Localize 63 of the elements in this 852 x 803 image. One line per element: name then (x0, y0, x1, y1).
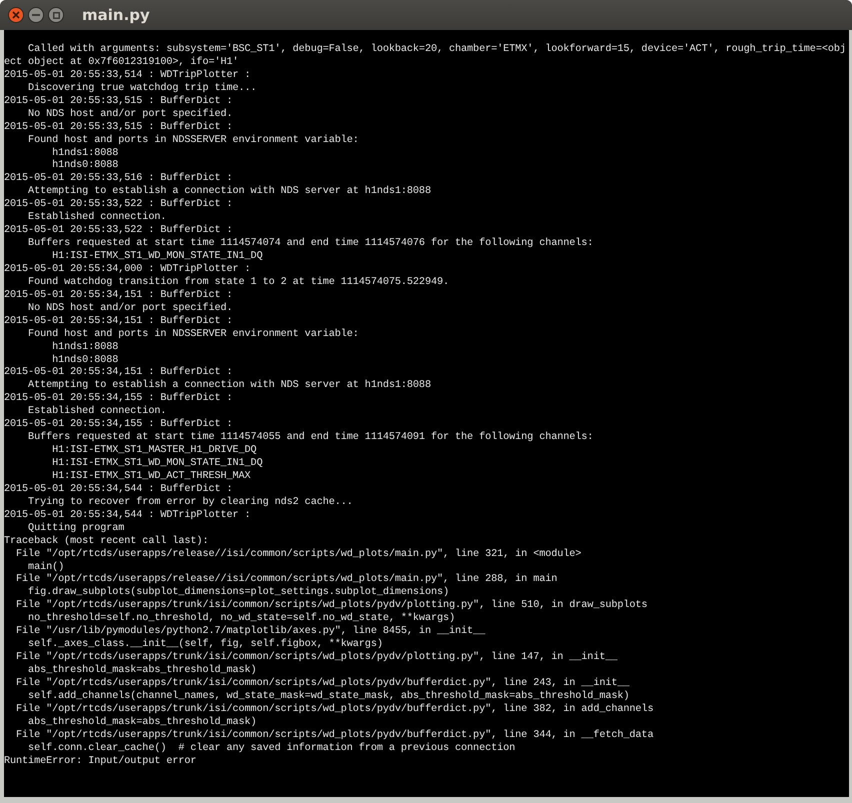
terminal-line: H1:ISI-ETMX_ST1_MASTER_H1_DRIVE_DQ (51, 445, 258, 458)
terminal-line: 2015-05-01 20:55:34,000 : WDTripPlotter : (4, 264, 252, 276)
terminal-line: 2015-05-01 20:55:34,151 : BufferDict : (4, 290, 234, 302)
terminal-line: 2015-05-01 20:55:34,544 : BufferDict : (4, 484, 234, 496)
terminal-line: ect object at 0x7f6012319100>, ifo='H1' (4, 56, 240, 70)
terminal-line: File "/opt/rtcds/userapps/release//isi/common/scripts/wd_plots/main.py", line 321, in <module> (15, 548, 582, 562)
terminal-line: h1nds1:8088 (51, 342, 120, 354)
terminal-line: 2015-05-01 20:55:33,522 : BufferDict : (4, 225, 234, 238)
terminal-line: 2015-05-01 20:55:33,516 : BufferDict : (4, 173, 234, 186)
terminal-line: Attempting to establish a connection with NDS server at h1nds1:8088 (27, 186, 432, 198)
terminal-line: 2015-05-01 20:55:33,522 : BufferDict : (4, 199, 234, 212)
minimize-button[interactable] (28, 7, 44, 23)
close-icon (12, 11, 20, 19)
minimize-icon (32, 14, 40, 16)
terminal-line: h1nds0:8088 (51, 354, 120, 367)
terminal-line: self._axes_class.__init__(self, fig, self.figbox, **kwargs) (27, 639, 384, 652)
terminal-line: Discovering true watchdog trip time... (27, 82, 258, 96)
terminal-line: 2015-05-01 20:55:34,155 : BufferDict : (4, 419, 234, 432)
terminal-line: 2015-05-01 20:55:34,151 : BufferDict : (4, 367, 234, 380)
terminal-line: h1nds1:8088 (51, 148, 120, 160)
terminal-line: Attempting to establish a connection with NDS server at h1nds1:8088 (27, 380, 432, 392)
terminal-line: 2015-05-01 20:55:34,151 : BufferDict : (4, 316, 234, 328)
maximize-button[interactable] (48, 7, 64, 23)
terminal-line: File "/opt/rtcds/userapps/trunk/isi/common/scripts/wd_plots/pydv/bufferdict.py", line 344, in __fetch_data (15, 730, 654, 742)
terminal-line: File "/opt/rtcds/userapps/trunk/isi/common/scripts/wd_plots/pydv/plotting.py", line 147, in __init__ (15, 652, 618, 664)
terminal-line: Quitting program (27, 522, 126, 536)
terminal-line: Traceback (most recent call last): (4, 536, 210, 548)
terminal-line: File "/opt/rtcds/userapps/trunk/isi/common/scripts/wd_plots/pydv/plotting.py", line 510, in draw_subplots (15, 600, 648, 612)
terminal-line: 2015-05-01 20:55:33,515 : BufferDict : (4, 122, 234, 134)
terminal-line: File "/opt/rtcds/userapps/trunk/isi/common/scripts/wd_plots/pydv/bufferdict.py", line 243, in __init__ (15, 678, 630, 690)
terminal-line: RuntimeError: Input/output error (4, 756, 198, 768)
terminal-line: File "/opt/rtcds/userapps/trunk/isi/common/scripts/wd_plots/pydv/bufferdict.py", line 382, in add_channels (15, 704, 654, 716)
terminal-line: H1:ISI-ETMX_ST1_WD_MON_STATE_IN1_DQ (51, 251, 264, 264)
terminal-line: Buffers requested at start time 1114574074 and end time 1114574076 for the following channels: (27, 238, 594, 251)
terminal-line: no_threshold=self.no_threshold, no_wd_state=self.no_wd_state, **kwargs) (27, 613, 456, 626)
terminal-line: Established connection. (27, 406, 168, 418)
terminal-line: h1nds0:8088 (51, 160, 120, 173)
terminal-line: 2015-05-01 20:55:33,514 : WDTripPlotter : (4, 70, 252, 82)
terminal-line: H1:ISI-ETMX_ST1_WD_ACT_THRESH_MAX (51, 470, 252, 484)
terminal-line: Called with arguments: subsystem='BSC_ST1', debug=False, lookback=20, chamber='ETMX', lookforward=15, device='ACT', rough_trip_time=<obj (27, 44, 847, 56)
terminal-line: Found host and ports in NDSSERVER environment variable: (27, 328, 360, 342)
terminal-line: 2015-05-01 20:55:34,155 : BufferDict : (4, 393, 234, 406)
terminal-line: fig.draw_subplots(subplot_dimensions=plot_settings.subplot_dimensions) (27, 587, 450, 600)
terminal-line: File "/usr/lib/pymodules/python2.7/matplotlib/axes.py", line 8455, in __init__ (15, 626, 486, 638)
terminal-line: No NDS host and/or port specified. (27, 302, 234, 316)
terminal-line: No NDS host and/or port specified. (27, 108, 234, 122)
maximize-icon (52, 12, 60, 18)
terminal-line: Established connection. (27, 212, 168, 224)
terminal-line: self.add_channels(channel_names, wd_state_mask=wd_state_mask, abs_threshold_mask=abs_threshold_mask) (27, 690, 630, 704)
terminal-line: 2015-05-01 20:55:34,544 : WDTripPlotter : (4, 510, 252, 522)
terminal-line: Buffers requested at start time 1114574055 and end time 1114574091 for the following channels: (27, 432, 594, 445)
terminal-line: File "/opt/rtcds/userapps/release//isi/common/scripts/wd_plots/main.py", line 288, in main (15, 574, 558, 586)
terminal-line: 2015-05-01 20:55:33,515 : BufferDict : (4, 96, 234, 108)
terminal-line: abs_threshold_mask=abs_threshold_mask) (27, 716, 258, 730)
terminal-line: Trying to recover from error by clearing nds2 cache... (27, 496, 354, 510)
terminal-line: Found watchdog transition from state 1 to 2 at time 1114574075.522949. (27, 276, 450, 290)
close-button[interactable] (8, 7, 24, 23)
terminal-line: abs_threshold_mask=abs_threshold_mask) (27, 665, 258, 678)
terminal-line: H1:ISI-ETMX_ST1_WD_MON_STATE_IN1_DQ (51, 458, 264, 471)
terminal-line: self.conn.clear_cache() # clear any saved information from a previous connection (27, 742, 516, 756)
window-title: main.py (82, 6, 150, 24)
terminal-line: main() (27, 562, 66, 574)
terminal-line: Found host and ports in NDSSERVER environment variable: (27, 134, 360, 148)
